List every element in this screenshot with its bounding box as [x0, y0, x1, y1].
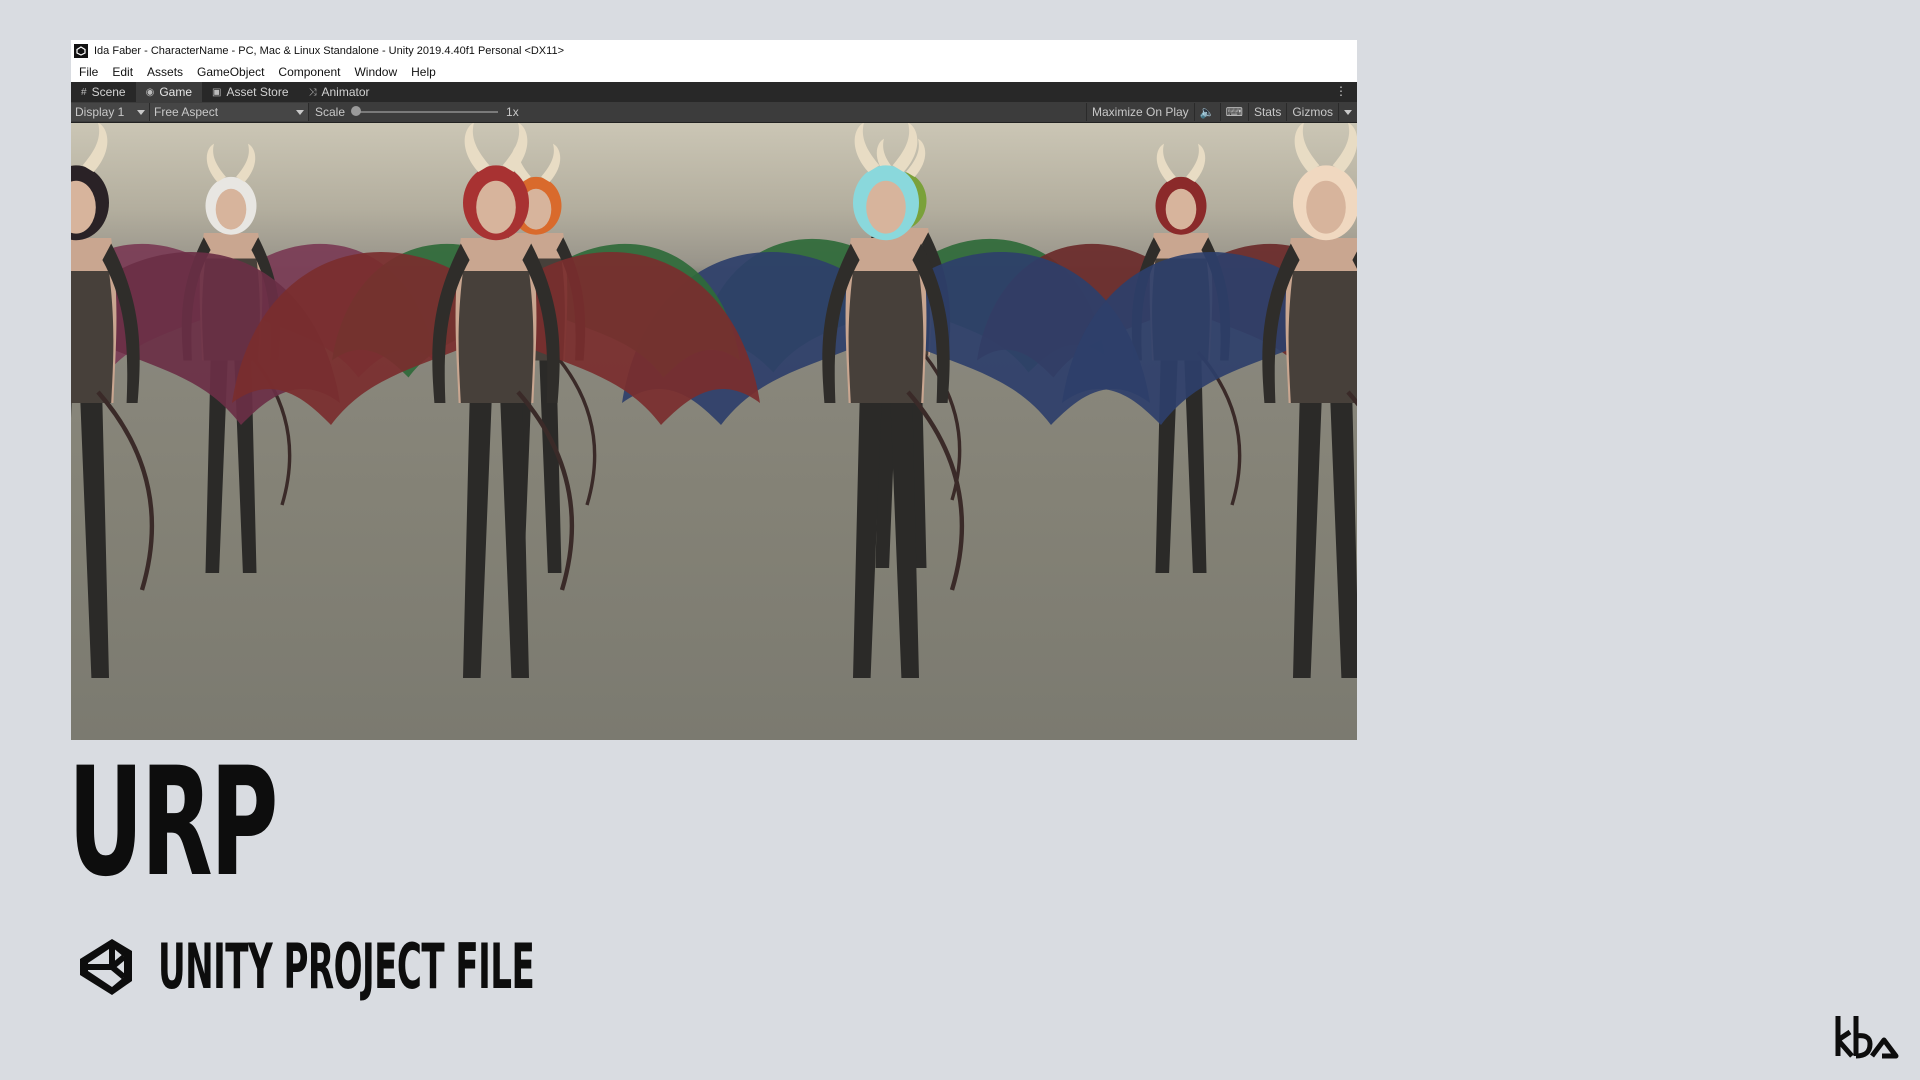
- unity-caption: UNITY PROJECT FILE: [72, 930, 842, 1003]
- menu-component[interactable]: Component: [278, 65, 340, 79]
- mute-audio-toggle[interactable]: 🔈: [1193, 103, 1220, 121]
- menu-file[interactable]: File: [79, 65, 98, 79]
- hero-title: URP: [68, 736, 278, 910]
- bag-icon: ▣: [212, 86, 222, 98]
- maximize-on-play-toggle[interactable]: Maximize On Play: [1085, 103, 1194, 121]
- keyboard-icon: ⌨: [1225, 105, 1243, 119]
- gamepad-icon: ◉: [145, 86, 155, 98]
- hero-subtitle: UNITY PROJECT FILE: [158, 930, 535, 1003]
- speaker-icon: 🔈: [1199, 105, 1215, 119]
- scale-slider[interactable]: [351, 106, 499, 116]
- title-bar: Ida Faber - CharacterName - PC, Mac & Li…: [71, 40, 1357, 61]
- display-dropdown[interactable]: Display 1: [71, 103, 150, 121]
- stats-toggle[interactable]: Stats: [1247, 103, 1286, 121]
- grid-icon: #: [81, 86, 87, 98]
- demon-character: [71, 123, 340, 678]
- game-render: [71, 123, 1357, 678]
- display-value: Display 1: [75, 105, 125, 119]
- tab-asset-store[interactable]: ▣ Asset Store: [202, 82, 298, 102]
- chevron-down-icon: [137, 109, 145, 115]
- menu-assets[interactable]: Assets: [147, 65, 183, 79]
- demon-character: [1062, 123, 1357, 678]
- scale-slider-handle[interactable]: [351, 106, 362, 116]
- menu-window[interactable]: Window: [354, 65, 397, 79]
- menu-edit[interactable]: Edit: [112, 65, 133, 79]
- maximize-label: Maximize On Play: [1091, 105, 1189, 119]
- ida-faber-logo: [1835, 1016, 1899, 1059]
- menu-help[interactable]: Help: [411, 65, 436, 79]
- gizmos-toggle[interactable]: Gizmos: [1286, 103, 1338, 121]
- tab-game[interactable]: ◉ Game: [135, 82, 203, 102]
- editor-tab-bar: # Scene ◉ Game ▣ Asset Store ⤨ Animator …: [71, 82, 1357, 102]
- chevron-down-icon: [1344, 109, 1352, 115]
- menu-bar: File Edit Assets GameObject Component Wi…: [71, 61, 1357, 82]
- tab-scene[interactable]: # Scene: [71, 82, 136, 102]
- scale-value: 1x: [506, 105, 519, 119]
- tab-animator-label: Animator: [321, 85, 370, 99]
- demon-character: [232, 123, 760, 678]
- game-toolbar: Display 1 Free Aspect Scale 1x Maximize …: [71, 102, 1357, 123]
- chevron-down-icon: [296, 109, 304, 115]
- tab-scene-label: Scene: [91, 85, 126, 99]
- tab-animator[interactable]: ⤨ Animator: [299, 82, 380, 102]
- scale-label: Scale: [315, 105, 346, 119]
- aspect-value: Free Aspect: [154, 105, 219, 119]
- tab-game-label: Game: [159, 85, 193, 99]
- more-options-icon[interactable]: ⋮: [1335, 84, 1347, 98]
- keyboard-shortcuts-toggle[interactable]: ⌨: [1219, 103, 1248, 121]
- unity-logo-icon: [80, 938, 132, 995]
- aspect-dropdown[interactable]: Free Aspect: [150, 103, 309, 121]
- game-viewport[interactable]: [71, 123, 1357, 740]
- menu-gameobject[interactable]: GameObject: [197, 65, 264, 79]
- window-title: Ida Faber - CharacterName - PC, Mac & Li…: [94, 44, 564, 57]
- scale-control: Scale 1x: [315, 105, 519, 119]
- stats-label: Stats: [1253, 105, 1282, 119]
- demon-character: [622, 123, 1150, 678]
- gizmos-label: Gizmos: [1292, 105, 1333, 119]
- tab-asset-store-label: Asset Store: [226, 85, 289, 99]
- animator-icon: ⤨: [308, 86, 317, 98]
- gizmos-dropdown[interactable]: [1338, 103, 1357, 121]
- unity-app-icon: [74, 43, 88, 58]
- unity-window: Ida Faber - CharacterName - PC, Mac & Li…: [71, 40, 1357, 740]
- toolbar-right: Maximize On Play 🔈 ⌨ Stats Gizmos: [1085, 102, 1357, 122]
